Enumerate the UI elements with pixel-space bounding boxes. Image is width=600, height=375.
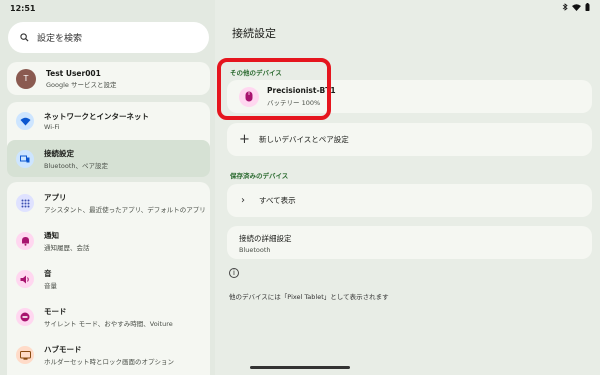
sidebar-item-label: 通知 [44, 231, 59, 240]
sidebar-item-label: 接続設定 [44, 148, 74, 158]
page-title: 接続設定 [232, 27, 276, 40]
prefs-subtitle: Bluetooth [239, 246, 271, 254]
connected-devices-icon [16, 149, 34, 168]
sidebar-item-sub: 通知履歴、会話 [44, 244, 90, 252]
sidebar-item-label: モード [44, 307, 67, 316]
status-time: 12:51 [10, 4, 36, 13]
chevron-right-icon: › [241, 195, 245, 206]
network-card: ネットワークとインターネット Wi-Fi 接続設定 Bluetooth、ペア設定 [7, 102, 210, 177]
apps-card: アプリ アシスタント、最近使ったアプリ、デフォルトのアプリ 通知 通知履歴、会話… [7, 182, 210, 375]
pair-new-label: 新しいデバイスとペア設定 [259, 135, 349, 144]
pair-new-device-button[interactable]: + 新しいデバイスとペア設定 [227, 123, 592, 156]
sidebar-item-sub: 音量 [44, 282, 57, 290]
sidebar-item-sub: アシスタント、最近使ったアプリ、デフォルトのアプリ [44, 206, 206, 214]
sidebar-item-notifications[interactable]: 通知 通知履歴、会話 [7, 222, 210, 260]
sidebar-item-network[interactable]: ネットワークとインターネット Wi-Fi [7, 102, 210, 140]
connection-preferences[interactable]: 接続の詳細設定 Bluetooth [227, 226, 592, 259]
show-all-label: すべて表示 [259, 196, 296, 205]
account-card[interactable]: T Test User001 Google サービスと設定 [7, 62, 210, 95]
sidebar-item-label: アプリ [44, 193, 67, 202]
apps-icon [16, 194, 34, 212]
sidebar-item-sound[interactable]: 音 音量 [7, 260, 210, 298]
section-saved-devices: 保存済みのデバイス [230, 172, 289, 180]
account-subtitle: Google サービスと設定 [46, 80, 117, 89]
search-placeholder: 設定を検索 [37, 34, 83, 44]
show-all-button[interactable]: › すべて表示 [227, 184, 592, 217]
wifi-icon [16, 112, 34, 130]
sidebar-item-sub: ホルダーセット時とロック画面のオプション [44, 358, 174, 366]
device-visibility-text: 他のデバイスには「Pixel Tablet」として表示されます [229, 293, 389, 301]
info-icon: i [229, 268, 239, 278]
sidebar-item-apps[interactable]: アプリ アシスタント、最近使ったアプリ、デフォルトのアプリ [7, 184, 210, 222]
sidebar-item-sub: サイレント モード、おやすみ時間、Voiture [44, 320, 173, 328]
sidebar-item-sub: Wi-Fi [44, 123, 60, 131]
sound-icon [16, 270, 34, 288]
sidebar-item-connected-devices[interactable]: 接続設定 Bluetooth、ペア設定 [7, 140, 210, 177]
sidebar-item-modes[interactable]: モード サイレント モード、おやすみ時間、Voiture [7, 298, 210, 336]
sidebar-item-label: ハブモード [44, 345, 82, 354]
sidebar-item-label: 音 [44, 269, 52, 278]
search-icon [20, 33, 29, 42]
prefs-title: 接続の詳細設定 [239, 234, 292, 243]
home-indicator[interactable] [250, 366, 350, 369]
account-name: Test User001 [46, 68, 101, 78]
sidebar-item-sub: Bluetooth、ペア設定 [44, 161, 109, 170]
mode-icon [16, 308, 34, 326]
avatar: T [16, 68, 36, 89]
highlight-box [217, 58, 331, 120]
main-panel: 接続設定 その他のデバイス Precisionist-BT1 バッテリー 100… [215, 0, 600, 375]
bell-icon [16, 232, 34, 250]
sidebar-item-label: ネットワークとインターネット [44, 112, 149, 121]
plus-icon: + [239, 132, 250, 147]
sidebar-item-hub-mode[interactable]: ハブモード ホルダーセット時とロック画面のオプション [7, 336, 210, 374]
hub-icon [16, 346, 34, 364]
search-bar[interactable]: 設定を検索 [8, 22, 209, 53]
